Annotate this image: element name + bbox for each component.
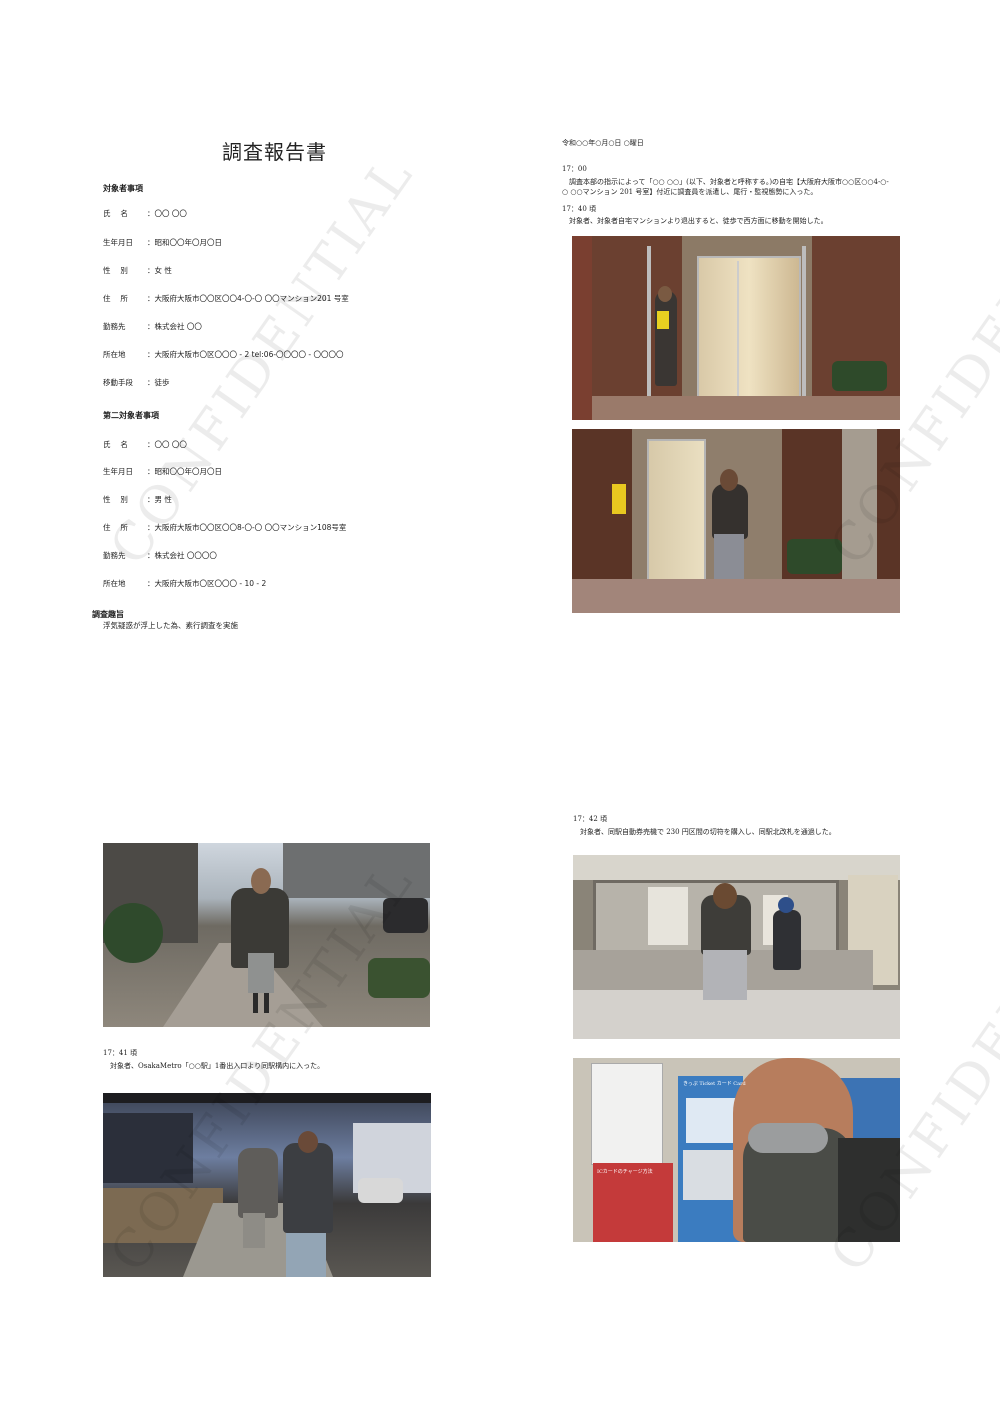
ic-charge-sign: ICカードのチャージ方法 bbox=[597, 1169, 653, 1175]
subject1-heading: 対象者事項 bbox=[103, 184, 143, 193]
subject1-field: 勤務先 ：株式会社 〇〇 bbox=[103, 322, 202, 331]
entry-time: 17：41 頃 bbox=[103, 1049, 138, 1057]
subject1-field: 氏 名：〇〇 〇〇 bbox=[103, 209, 187, 218]
photo-sidewalk-walking bbox=[103, 843, 430, 1027]
purpose-heading: 調査趣旨 bbox=[92, 610, 124, 619]
photo-mansion-entrance-exit bbox=[572, 236, 900, 420]
subject1-field: 所在地 ：大阪府大阪市〇区〇〇〇 - 2 tel:06-〇〇〇〇 - 〇〇〇〇 bbox=[103, 350, 344, 359]
subject2-field: 住 所：大阪府大阪市〇〇区〇〇8-〇-〇 〇〇マンション108号室 bbox=[103, 523, 347, 532]
entry-time: 17：42 頃 bbox=[573, 815, 608, 823]
subject1-field: 移動手段 ：徒歩 bbox=[103, 378, 170, 387]
entry-text: 対象者、OsakaMetro「○○駅」1番出入口より同駅構内に入った。 bbox=[110, 1062, 325, 1070]
subject2-heading: 第二対象者事項 bbox=[103, 411, 159, 420]
subject2-field: 性 別：男 性 bbox=[103, 495, 172, 504]
entry-text: 対象者、対象者自宅マンションより退出すると、徒歩で西方面に移動を開始した。 bbox=[569, 217, 828, 225]
entry-text: 調査本部の指示によって「○○ ○○」(以下、対象者と呼称する。)の自宅【大阪府大… bbox=[562, 178, 889, 196]
report-page-3: CONFIDENTIAL 17：41 頃 対象者、OsakaMetro「○○駅」… bbox=[0, 707, 500, 1415]
subject1-field: 性 別：女 性 bbox=[103, 266, 172, 275]
subject1-field: 生年月日 ：昭和〇〇年〇月〇日 bbox=[103, 238, 222, 247]
subject2-field: 生年月日 ：昭和〇〇年〇月〇日 bbox=[103, 467, 222, 476]
entry-time: 17：40 頃 bbox=[562, 205, 597, 213]
photo-metro-entrance bbox=[103, 1093, 431, 1277]
report-page-4: CONFIDENTIAL 17：42 頃 対象者、同駅自動券売機で 230 円区… bbox=[500, 707, 1000, 1415]
entry-time: 17：00 bbox=[562, 165, 587, 173]
subject2-field: 氏 名：〇〇 〇〇 bbox=[103, 440, 187, 449]
subject2-field: 所在地 ：大阪府大阪市〇区〇〇〇 - 10 - 2 bbox=[103, 579, 267, 588]
report-date: 令和○○年○月○日 ○曜日 bbox=[562, 139, 644, 147]
ticket-machine-sign: きっぷ Ticket カード Card bbox=[683, 1081, 746, 1087]
photo-ticket-machine: きっぷ Ticket カード Card ICカードのチャージ方法 bbox=[573, 1058, 900, 1242]
subject2-field: 勤務先 ：株式会社 〇〇〇〇 bbox=[103, 551, 217, 560]
entry-text: 対象者、同駅自動券売機で 230 円区間の切符を購入し、同駅北改札を通過した。 bbox=[580, 828, 836, 836]
purpose-text: 浮気疑惑が浮上した為、素行調査を実施 bbox=[103, 621, 238, 630]
subject1-field: 住 所：大阪府大阪市〇〇区〇〇4-〇-〇 〇〇マンション201 号室 bbox=[103, 294, 349, 303]
photo-mansion-entrance-walk bbox=[572, 429, 900, 613]
report-page-1: CONFIDENTIAL 調査報告書 対象者事項 氏 名：〇〇 〇〇 生年月日：… bbox=[0, 0, 500, 707]
report-title: 調査報告書 bbox=[222, 140, 327, 164]
photo-ticket-area bbox=[573, 855, 900, 1039]
report-page-2: CONFIDENTIAL 令和○○年○月○日 ○曜日 17：00 調査本部の指示… bbox=[500, 0, 1000, 707]
